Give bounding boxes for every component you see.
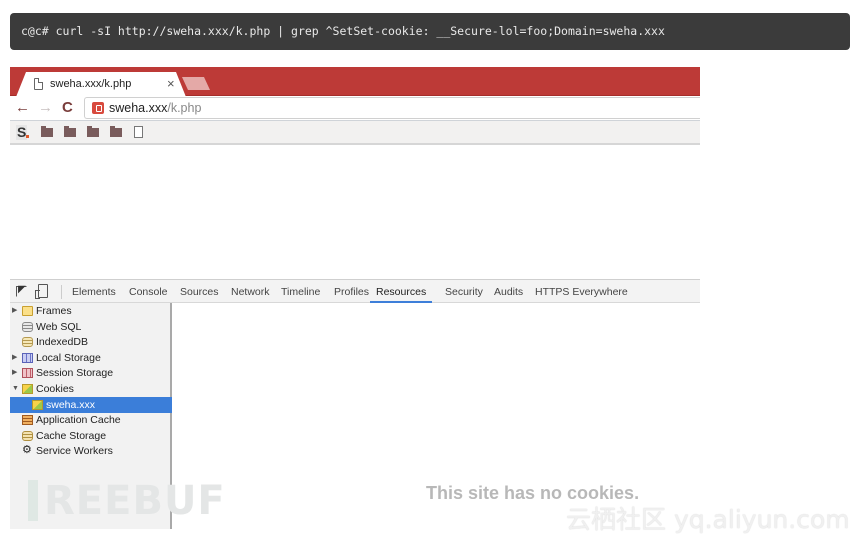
tree-item-cache-storage[interactable]: Cache Storage <box>10 428 172 444</box>
aliyun-watermark: 云栖社区 yq.aliyun.com <box>566 505 850 534</box>
address-bar[interactable]: sweha.xxx/k.php <box>84 97 700 119</box>
tree-item-label: Cookies <box>36 383 74 395</box>
tab-audits[interactable]: Audits <box>494 280 523 303</box>
s-logo-dot <box>26 135 29 138</box>
folder-icon[interactable] <box>110 126 122 137</box>
folder-icon[interactable] <box>41 126 53 137</box>
tree-item-label: Application Cache <box>36 414 121 427</box>
tree-item-label: Service Workers <box>36 445 113 458</box>
tree-item-label: Session Storage <box>36 367 114 380</box>
tree-item-label: Web SQL <box>36 320 82 333</box>
tree-item-web-sql[interactable]: Web SQL <box>10 319 172 335</box>
toolbar-divider <box>61 285 62 299</box>
tree-item-session-storage[interactable]: ▶ Session Storage <box>10 365 172 381</box>
expand-arrow-icon[interactable]: ▶ <box>12 365 17 381</box>
tree-item-frames[interactable]: ▶ Frames <box>10 303 172 319</box>
bookmarks-bar: S <box>10 121 700 145</box>
tab-https-everywhere[interactable]: HTTPS Everywhere <box>535 280 628 303</box>
reload-icon[interactable]: C <box>62 99 73 117</box>
tab-profiles[interactable]: Profiles <box>334 280 369 303</box>
forward-arrow-icon[interactable]: → <box>38 99 53 117</box>
tab-resources[interactable]: Resources <box>370 280 433 303</box>
url-host: sweha.xxx <box>109 101 168 115</box>
expand-arrow-icon[interactable]: ▶ <box>12 303 17 319</box>
tree-item-label: Local Storage <box>36 351 101 364</box>
close-tab-icon[interactable]: × <box>167 76 175 91</box>
tab-title: sweha.xxx/k.php <box>50 78 132 90</box>
tree-item-indexeddb[interactable]: IndexedDB <box>10 334 172 350</box>
tab-security[interactable]: Security <box>445 280 483 303</box>
url-text[interactable]: sweha.xxx/k.php <box>109 101 201 115</box>
tree-item-cookies[interactable]: ▼ Cookies <box>10 381 172 397</box>
new-tab-button[interactable] <box>182 77 210 90</box>
url-path: /k.php <box>167 101 202 115</box>
tree-item-application-cache[interactable]: Application Cache <box>10 412 172 428</box>
folder-icon[interactable] <box>87 126 99 137</box>
collapse-arrow-icon[interactable]: ▼ <box>12 381 19 397</box>
tab-console[interactable]: Console <box>129 280 168 303</box>
tab-timeline[interactable]: Timeline <box>281 280 320 303</box>
expand-arrow-icon[interactable]: ▶ <box>12 350 17 366</box>
folder-icon[interactable] <box>64 126 76 137</box>
indexeddb-icon <box>22 337 33 348</box>
tab-sources[interactable]: Sources <box>180 280 219 303</box>
session-storage-icon <box>22 368 33 379</box>
tree-item-service-workers[interactable]: ⚙ Service Workers <box>10 443 172 459</box>
inspect-element-icon[interactable] <box>16 286 27 297</box>
freebuf-watermark-bar <box>28 480 38 521</box>
cookie-icon <box>32 399 43 410</box>
tab-elements[interactable]: Elements <box>72 280 116 303</box>
device-mode-icon[interactable] <box>35 284 48 299</box>
local-storage-icon <box>22 352 33 363</box>
tree-item-cookie-domain[interactable]: sweha.xxx <box>10 396 172 413</box>
back-arrow-icon[interactable]: ← <box>15 99 30 117</box>
tab-strip: sweha.xxx/k.php × <box>10 67 700 97</box>
devtools-tab-bar: Elements Console Sources Network Timelin… <box>10 279 700 303</box>
page-icon[interactable] <box>134 126 143 138</box>
tab-network[interactable]: Network <box>231 280 270 303</box>
cache-storage-icon <box>22 430 33 441</box>
tree-item-label: sweha.xxx <box>46 398 96 411</box>
tree-item-local-storage[interactable]: ▶ Local Storage <box>10 350 172 366</box>
freebuf-watermark: REEBUF <box>44 478 226 524</box>
tree-item-label: Frames <box>36 305 72 317</box>
cookie-icon <box>22 384 33 394</box>
browser-window: sweha.xxx/k.php × ← → C sweha.xxx/k.php … <box>10 67 700 145</box>
browser-tab[interactable]: sweha.xxx/k.php × <box>16 72 186 97</box>
not-secure-lock-icon[interactable] <box>92 102 104 114</box>
tree-item-label: Cache Storage <box>36 429 107 442</box>
folder-icon <box>22 306 33 316</box>
tree-item-label: IndexedDB <box>36 336 88 349</box>
gear-icon: ⚙ <box>22 444 32 457</box>
browser-toolbar: ← → C sweha.xxx/k.php <box>10 96 700 121</box>
terminal-command-block: c@c# curl -sI http://sweha.xxx/k.php | g… <box>10 13 850 50</box>
database-icon <box>22 321 33 332</box>
page-icon <box>34 78 43 90</box>
application-cache-icon <box>22 415 33 426</box>
